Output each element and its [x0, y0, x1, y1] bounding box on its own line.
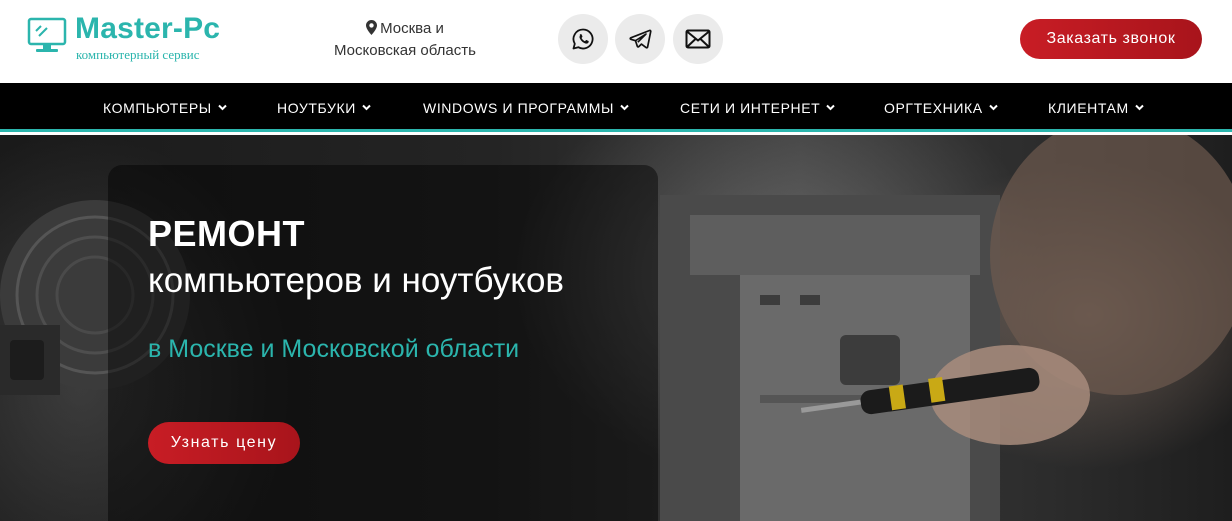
chevron-down-icon	[620, 104, 629, 111]
nav-item-networks[interactable]: СЕТИ И ИНТЕРНЕТ	[680, 83, 836, 132]
nav-item-computers[interactable]: КОМПЬЮТЕРЫ	[103, 83, 227, 132]
whatsapp-button[interactable]	[558, 14, 608, 64]
email-icon	[685, 29, 711, 49]
nav-item-clients[interactable]: КЛИЕНТАМ	[1048, 83, 1144, 132]
site-header: Master-Pc компьютерный сервис Москва и М…	[0, 0, 1232, 83]
nav-item-label: КЛИЕНТАМ	[1048, 99, 1129, 116]
nav-item-label: WINDOWS И ПРОГРАММЫ	[423, 99, 615, 116]
nav-item-windows[interactable]: WINDOWS И ПРОГРАММЫ	[423, 83, 629, 132]
logo-subtitle: компьютерный сервис	[76, 47, 200, 62]
nav-item-label: КОМПЬЮТЕРЫ	[103, 99, 212, 116]
hero-region: в Москве и Московской области	[148, 335, 520, 363]
nav-item-label: СЕТИ И ИНТЕРНЕТ	[680, 99, 821, 116]
telegram-icon	[629, 29, 652, 49]
nav-item-office-equipment[interactable]: ОРГТЕХНИКА	[884, 83, 998, 132]
hero-title: РЕМОНТ	[148, 213, 306, 254]
chevron-down-icon	[1135, 104, 1144, 111]
whatsapp-icon	[572, 28, 594, 50]
nav-item-label: НОУТБУКИ	[277, 99, 356, 116]
get-price-button[interactable]: Узнать цену	[148, 422, 300, 464]
telegram-button[interactable]	[615, 14, 665, 64]
nav-item-laptops[interactable]: НОУТБУКИ	[277, 83, 371, 132]
region-info: Москва и Московская область	[322, 18, 488, 62]
monitor-icon	[27, 17, 67, 52]
chevron-down-icon	[218, 104, 227, 111]
email-button[interactable]	[673, 14, 723, 64]
region-line-1: Москва и	[380, 20, 444, 37]
map-pin-icon	[366, 20, 378, 35]
logo-title: Master-Pc	[75, 12, 221, 45]
hero-banner: РЕМОНТ компьютеров и ноутбуков в Москве …	[0, 135, 1232, 521]
nav-item-label: ОРГТЕХНИКА	[884, 99, 983, 116]
request-call-button[interactable]: Заказать звонок	[1020, 19, 1202, 59]
chevron-down-icon	[826, 104, 836, 111]
logo[interactable]: Master-Pc компьютерный сервис	[27, 12, 227, 64]
hero-subtitle: компьютеров и ноутбуков	[148, 261, 565, 300]
chevron-down-icon	[988, 104, 998, 111]
region-line-2: Московская область	[334, 42, 476, 59]
chevron-down-icon	[362, 104, 371, 111]
main-nav: КОМПЬЮТЕРЫ НОУТБУКИ WINDOWS И ПРОГРАММЫ …	[0, 83, 1232, 132]
